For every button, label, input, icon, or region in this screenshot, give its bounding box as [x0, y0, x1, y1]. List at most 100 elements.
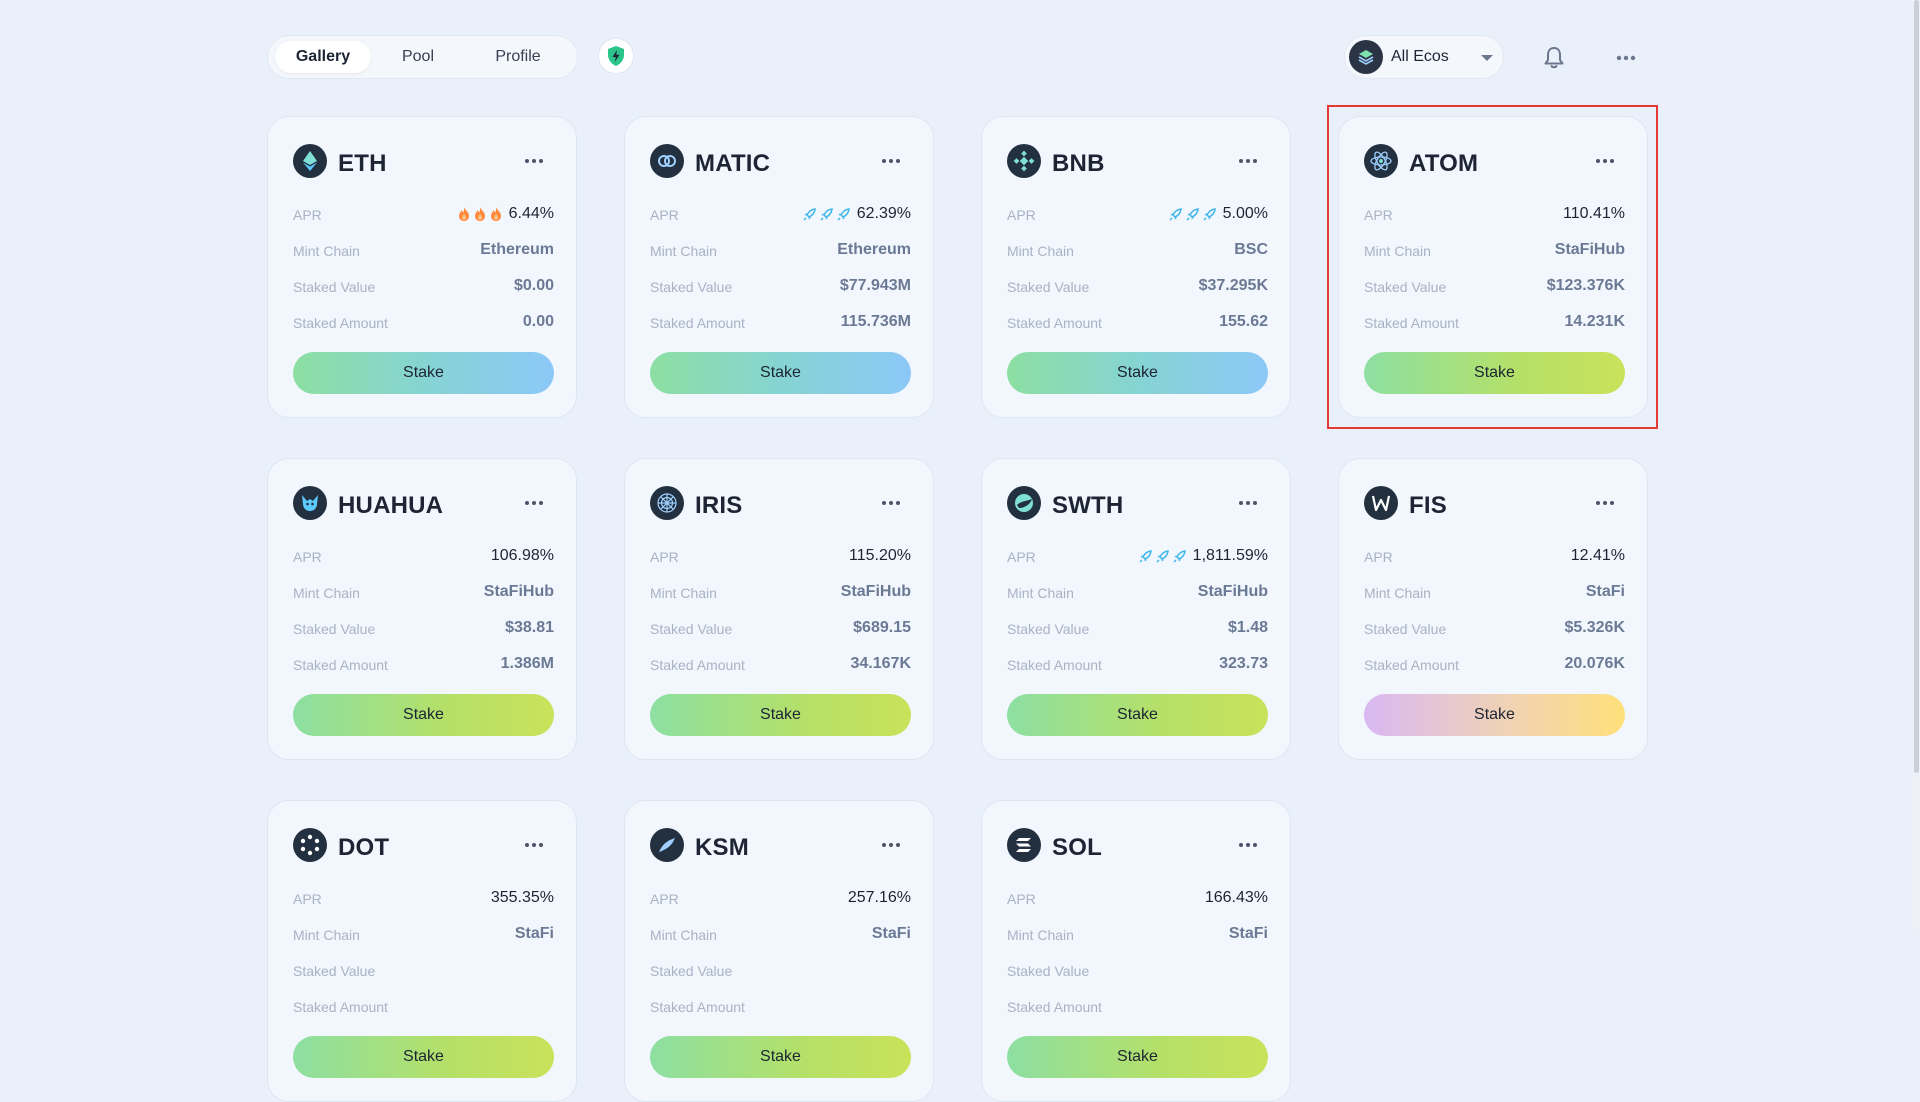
stake-button[interactable]: Stake: [293, 1036, 554, 1078]
apr-badges: [1168, 207, 1217, 222]
mint-chain-row: Mint Chain StaFiHub: [650, 583, 911, 603]
eco-select-label: All Ecos: [1391, 48, 1449, 65]
rocket-icon: [1169, 207, 1182, 221]
scrollbar-thumb[interactable]: [1914, 0, 1919, 773]
staked-value-label: Staked Value: [1007, 621, 1090, 637]
staked-value-value: $5.326K: [1564, 619, 1626, 636]
staked-value-label: Staked Value: [650, 279, 733, 295]
staked-value-row: Staked Value $123.376K: [1364, 277, 1625, 297]
bell-icon[interactable]: [1540, 44, 1568, 72]
rocket-icon: [803, 207, 816, 221]
staked-value-value: $38.81: [505, 619, 554, 636]
more-horizontal-icon[interactable]: [879, 834, 903, 856]
stake-button[interactable]: Stake: [1007, 694, 1268, 736]
apr-value: 12.41%: [1570, 547, 1625, 564]
apr-label: APR: [1007, 549, 1036, 565]
nav-tabs: Gallery Pool Profile: [267, 35, 578, 79]
shield-bolt-icon: [608, 46, 624, 66]
staked-value-label: Staked Value: [293, 279, 376, 295]
apr-value: 5.00%: [1222, 205, 1268, 222]
staked-value-label: Staked Value: [650, 963, 733, 979]
apr-value: 166.43%: [1204, 889, 1268, 906]
mint-chain-row: Mint Chain StaFiHub: [293, 583, 554, 603]
stake-button[interactable]: Stake: [650, 1036, 911, 1078]
token-symbol: FIS: [1409, 492, 1447, 519]
mint-chain-value: StaFiHub: [840, 583, 911, 600]
token-symbol: HUAHUA: [338, 492, 444, 519]
token-card-atom: ATOM APR 110.41% Mint Chain StaFiHub Staked V…: [1338, 116, 1648, 418]
apr-label: APR: [1364, 207, 1393, 223]
mint-chain-value: StaFiHub: [1554, 241, 1625, 258]
more-horizontal-icon[interactable]: [1612, 44, 1640, 72]
stake-button[interactable]: Stake: [650, 694, 911, 736]
tab-pool[interactable]: Pool: [378, 41, 458, 73]
mint-chain-label: Mint Chain: [1364, 243, 1431, 259]
stake-button[interactable]: Stake: [293, 352, 554, 394]
shield-button[interactable]: [598, 38, 634, 74]
apr-value: 355.35%: [490, 889, 554, 906]
more-horizontal-icon[interactable]: [1593, 150, 1617, 172]
tab-profile[interactable]: Profile: [466, 41, 570, 73]
apr-label: APR: [650, 891, 679, 907]
mint-chain-row: Mint Chain BSC: [1007, 241, 1268, 261]
token-symbol: BNB: [1052, 150, 1105, 177]
stake-button[interactable]: Stake: [293, 694, 554, 736]
apr-label: APR: [1364, 549, 1393, 565]
mint-chain-label: Mint Chain: [293, 927, 360, 943]
apr-row: APR 110.41%: [1364, 205, 1625, 225]
staked-amount-label: Staked Amount: [1007, 657, 1102, 673]
apr-badges: [802, 207, 851, 222]
apr-row: APR 6.44%: [293, 205, 554, 225]
token-symbol: ATOM: [1409, 150, 1479, 177]
more-horizontal-icon[interactable]: [1236, 834, 1260, 856]
staked-amount-row: Staked Amount 14.231K: [1364, 313, 1625, 333]
stake-button[interactable]: Stake: [1364, 352, 1625, 394]
fis-icon: [1364, 486, 1398, 520]
mint-chain-value: StaFi: [514, 925, 554, 942]
staked-value-label: Staked Value: [1007, 963, 1090, 979]
apr-label: APR: [1007, 207, 1036, 223]
staked-amount-label: Staked Amount: [1364, 657, 1459, 673]
staked-amount-label: Staked Amount: [650, 999, 745, 1015]
swth-icon: [1007, 486, 1041, 520]
staked-amount-label: Staked Amount: [1364, 315, 1459, 331]
staked-amount-row: Staked Amount: [1007, 997, 1268, 1017]
mint-chain-value: Ethereum: [480, 241, 554, 258]
huahua-icon: [293, 486, 327, 520]
rocket-icon: [820, 207, 833, 221]
mint-chain-value: StaFi: [1228, 925, 1268, 942]
iris-icon: [650, 486, 684, 520]
staked-amount-row: Staked Amount 20.076K: [1364, 655, 1625, 675]
staked-amount-value: 20.076K: [1564, 655, 1626, 672]
more-horizontal-icon[interactable]: [522, 150, 546, 172]
token-card-matic: MATIC APR 62.39% Mint Chain Ethereum Staked V…: [624, 116, 934, 418]
staked-value-row: Staked Value: [650, 961, 911, 981]
tab-gallery[interactable]: Gallery: [275, 41, 371, 73]
staked-amount-row: Staked Amount 1.386M: [293, 655, 554, 675]
stake-button[interactable]: Stake: [650, 352, 911, 394]
apr-value: 110.41%: [1563, 205, 1625, 222]
more-horizontal-icon[interactable]: [879, 150, 903, 172]
token-card-huahua: HUAHUA APR 106.98% Mint Chain StaFiHub Staked…: [267, 458, 577, 760]
stake-button[interactable]: Stake: [1364, 694, 1625, 736]
mint-chain-row: Mint Chain StaFiHub: [1007, 583, 1268, 603]
more-horizontal-icon[interactable]: [522, 834, 546, 856]
staked-value-value: $1.48: [1227, 619, 1268, 636]
apr-badges: [457, 206, 503, 222]
staked-amount-label: Staked Amount: [293, 315, 388, 331]
staked-value-value: $37.295K: [1198, 277, 1268, 294]
more-horizontal-icon[interactable]: [1236, 492, 1260, 514]
eco-select[interactable]: All Ecos: [1344, 35, 1504, 79]
more-horizontal-icon[interactable]: [879, 492, 903, 514]
stake-button[interactable]: Stake: [1007, 352, 1268, 394]
more-horizontal-icon[interactable]: [1593, 492, 1617, 514]
mint-chain-label: Mint Chain: [1364, 585, 1431, 601]
stake-button[interactable]: Stake: [1007, 1036, 1268, 1078]
staked-amount-row: Staked Amount 115.736M: [650, 313, 911, 333]
more-horizontal-icon[interactable]: [1236, 150, 1260, 172]
more-horizontal-icon[interactable]: [522, 492, 546, 514]
rocket-icon: [1203, 207, 1216, 221]
apr-label: APR: [293, 549, 322, 565]
mint-chain-row: Mint Chain StaFi: [1007, 925, 1268, 945]
token-symbol: IRIS: [695, 492, 743, 519]
